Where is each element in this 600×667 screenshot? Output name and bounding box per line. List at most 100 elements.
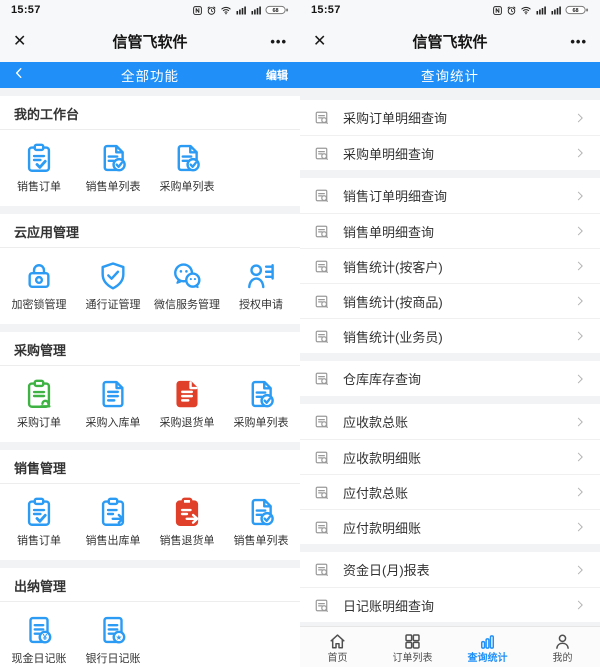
status-bar: 15:57 68: [300, 0, 600, 20]
tab-home[interactable]: 首页: [300, 627, 375, 667]
function-item[interactable]: 销售出库单: [76, 494, 150, 549]
section-title: 出纳管理: [0, 568, 300, 601]
query-row[interactable]: 应付款总账: [300, 474, 600, 509]
signal-icon: [235, 4, 247, 16]
query-row[interactable]: 采购单明细查询: [300, 135, 600, 170]
doc-search-icon: [313, 258, 330, 275]
function-item-label: 采购入库单: [86, 416, 141, 431]
query-row-label: 销售统计(按商品): [343, 292, 573, 311]
doc-lines-filled-icon: [170, 376, 204, 412]
function-item[interactable]: 采购退货单: [150, 376, 224, 431]
tab-order-list[interactable]: 订单列表: [375, 627, 450, 667]
wifi-icon: [220, 4, 232, 16]
signal-icon: [550, 4, 562, 16]
doc-search-icon: [313, 370, 330, 387]
function-item[interactable]: 加密锁管理: [2, 258, 76, 313]
lock-icon: [22, 258, 56, 294]
screen-all-functions: 15:57 68 ✕ 信管飞软件 ••• 全部功能 编辑 我的工作台 销售订单 …: [0, 0, 300, 667]
chart-icon: [477, 631, 498, 652]
query-row[interactable]: 仓库库存查询: [300, 361, 600, 396]
query-row[interactable]: 销售单明细查询: [300, 213, 600, 248]
function-item[interactable]: 授权申请: [224, 258, 298, 313]
tab-query-stats[interactable]: 查询统计: [450, 627, 525, 667]
svg-text:¥: ¥: [43, 633, 48, 642]
function-item[interactable]: ★ 银行日记账: [76, 612, 150, 667]
query-row-label: 销售订单明细查询: [343, 186, 573, 205]
query-group-4: 应收款总账 应收款明细账 应付款总账 应付款明细账: [300, 404, 600, 544]
page-header: 全部功能 编辑: [0, 62, 300, 88]
function-grid: 销售订单 销售单列表 采购单列表: [0, 130, 300, 206]
query-row[interactable]: 应收款明细账: [300, 439, 600, 474]
clipboard-arrow-filled-icon: [170, 494, 204, 530]
doc-yen-icon: ¥: [22, 612, 56, 648]
chevron-right-icon: [573, 450, 587, 464]
nav-bar: ✕ 信管飞软件 •••: [300, 20, 600, 62]
query-row-label: 日记账明细查询: [343, 596, 573, 615]
doc-search-icon: [313, 449, 330, 466]
tab-mine[interactable]: 我的: [525, 627, 600, 667]
query-row-label: 销售统计(按客户): [343, 257, 573, 276]
doc-search-icon: [313, 561, 330, 578]
query-row[interactable]: 销售统计(按客户): [300, 248, 600, 283]
query-row[interactable]: 日记账明细查询: [300, 587, 600, 622]
function-item-label: 销售订单: [17, 534, 61, 549]
doc-search-icon: [313, 597, 330, 614]
section-title: 采购管理: [0, 332, 300, 365]
doc-search-icon: [313, 187, 330, 204]
close-icon[interactable]: ✕: [13, 31, 53, 51]
chevron-right-icon: [573, 189, 587, 203]
function-item[interactable]: 采购订单: [2, 376, 76, 431]
page-title: 查询统计: [348, 65, 552, 85]
function-item[interactable]: 销售退货单: [150, 494, 224, 549]
chevron-right-icon: [573, 520, 587, 534]
function-item[interactable]: 微信服务管理: [150, 258, 224, 313]
query-row[interactable]: 销售统计(按商品): [300, 283, 600, 318]
more-icon[interactable]: •••: [247, 34, 287, 49]
alarm-icon: [206, 5, 217, 16]
tab-label: 订单列表: [393, 653, 433, 664]
function-item[interactable]: 销售订单: [2, 494, 76, 549]
nav-bar: ✕ 信管飞软件 •••: [0, 20, 300, 62]
function-item[interactable]: 销售单列表: [224, 494, 298, 549]
query-group-3: 仓库库存查询: [300, 361, 600, 396]
chevron-right-icon: [573, 563, 587, 577]
query-row[interactable]: 采购订单明细查询: [300, 100, 600, 135]
status-icons: 68: [192, 4, 289, 16]
query-row-label: 采购订单明细查询: [343, 108, 573, 127]
function-item[interactable]: ¥ 现金日记账: [2, 612, 76, 667]
query-row[interactable]: 应付款明细账: [300, 509, 600, 544]
query-row-label: 应收款总账: [343, 412, 573, 431]
function-grid: 加密锁管理 通行证管理 微信服务管理 授权申请: [0, 248, 300, 324]
function-item-label: 采购订单: [17, 416, 61, 431]
signal-icon: [250, 4, 262, 16]
function-item[interactable]: 销售单列表: [76, 140, 150, 195]
more-icon[interactable]: •••: [547, 34, 587, 49]
function-grid: ¥ 现金日记账★ 银行日记账: [0, 602, 300, 667]
query-row-label: 应收款明细账: [343, 448, 573, 467]
clock-text: 15:57: [11, 4, 41, 16]
function-item[interactable]: 销售订单: [2, 140, 76, 195]
back-button[interactable]: [12, 66, 48, 85]
query-row-label: 应付款总账: [343, 483, 573, 502]
app-title: 信管飞软件: [53, 31, 247, 52]
close-icon[interactable]: ✕: [313, 31, 353, 51]
doc-search-icon: [313, 109, 330, 126]
query-row[interactable]: 销售统计(业务员): [300, 318, 600, 353]
query-row[interactable]: 销售订单明细查询: [300, 178, 600, 213]
section-cashier-management: 出纳管理 ¥ 现金日记账★ 银行日记账: [0, 568, 300, 667]
function-item[interactable]: 通行证管理: [76, 258, 150, 313]
user-icon: [552, 631, 573, 652]
doc-search-icon: [313, 145, 330, 162]
svg-text:68: 68: [272, 8, 278, 14]
section-cloud-app-management: 云应用管理 加密锁管理 通行证管理 微信服务管理 授权申请: [0, 214, 300, 324]
function-item[interactable]: 采购单列表: [224, 376, 298, 431]
query-row[interactable]: 应收款总账: [300, 404, 600, 439]
section-purchase-management: 采购管理 采购订单 采购入库单 采购退货单 采购单列表: [0, 332, 300, 442]
query-row[interactable]: 资金日(月)报表: [300, 552, 600, 587]
function-item[interactable]: 采购入库单: [76, 376, 150, 431]
chevron-right-icon: [573, 259, 587, 273]
clipboard-arrow-icon: [96, 494, 130, 530]
svg-text:68: 68: [572, 8, 578, 14]
function-item[interactable]: 采购单列表: [150, 140, 224, 195]
edit-button[interactable]: 编辑: [266, 67, 288, 83]
